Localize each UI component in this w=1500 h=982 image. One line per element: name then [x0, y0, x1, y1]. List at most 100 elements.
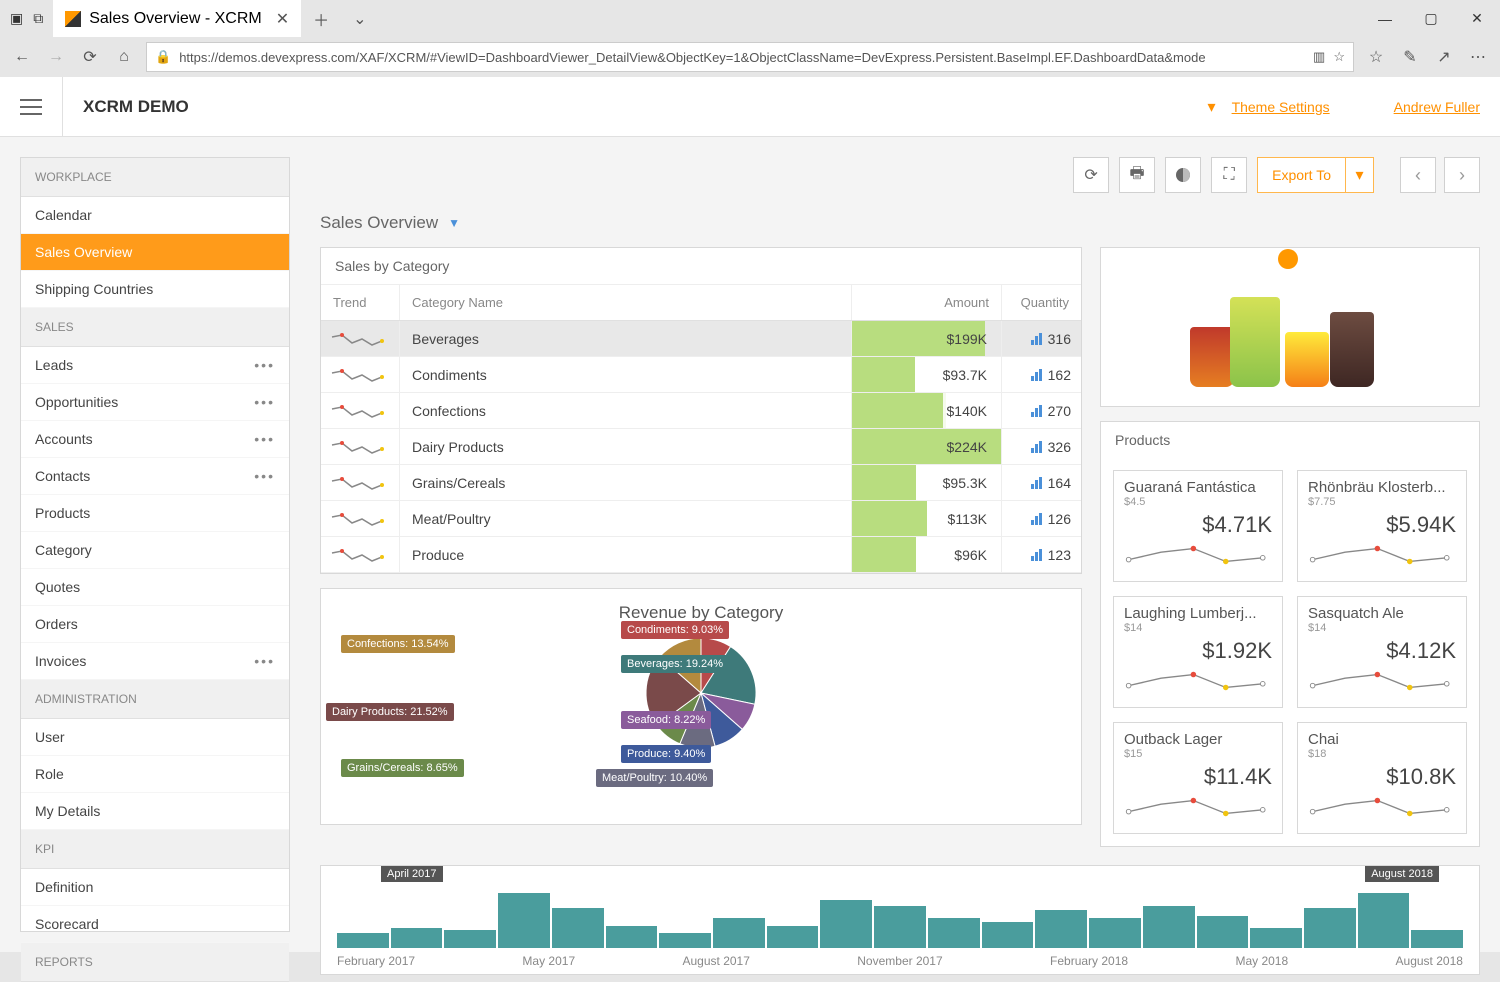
sidebar-item[interactable]: Calendar	[21, 197, 289, 234]
sidebar-item[interactable]: Orders	[21, 606, 289, 643]
table-row[interactable]: Meat/Poultry$113K126	[321, 501, 1081, 537]
timeline-bar[interactable]	[1143, 906, 1195, 948]
timeline-bar[interactable]	[874, 906, 926, 948]
table-row[interactable]: Produce$96K123	[321, 537, 1081, 573]
table-row[interactable]: Grains/Cereals$95.3K164	[321, 465, 1081, 501]
next-button[interactable]: ›	[1444, 157, 1480, 193]
cell-name: Grains/Cereals	[399, 465, 851, 500]
favorites-icon[interactable]: ☆	[1364, 47, 1388, 67]
axis-label: May 2018	[1235, 954, 1288, 968]
new-tab-button[interactable]: ＋	[301, 7, 341, 31]
fullscreen-button[interactable]: ⛶	[1211, 157, 1247, 193]
more-icon[interactable]: •••	[254, 357, 275, 373]
browser-tab[interactable]: Sales Overview - XCRM ✕	[53, 0, 301, 37]
export-button[interactable]: Export To	[1257, 157, 1346, 193]
timeline-bar[interactable]	[1304, 908, 1356, 948]
window-minimize-icon[interactable]: ―	[1362, 0, 1408, 37]
back-icon[interactable]: ←	[10, 48, 34, 66]
bars-icon	[1031, 405, 1042, 417]
table-row[interactable]: Confections$140K270	[321, 393, 1081, 429]
more-icon[interactable]: •••	[254, 431, 275, 447]
timeline-bar[interactable]	[767, 926, 819, 948]
product-card[interactable]: Rhönbräu Klosterb...$7.75$5.94K	[1297, 470, 1467, 582]
sidebar-item[interactable]: Category	[21, 532, 289, 569]
sidebar-item[interactable]: User	[21, 719, 289, 756]
sidebar-item[interactable]: Opportunities•••	[21, 384, 289, 421]
sidebar-item[interactable]: Sales Overview	[21, 234, 289, 271]
share-icon[interactable]: ↗	[1432, 47, 1456, 67]
timeline-bar[interactable]	[606, 926, 658, 948]
sidebar-item[interactable]: Contacts•••	[21, 458, 289, 495]
timeline-bar[interactable]	[713, 918, 765, 948]
close-tab-icon[interactable]: ✕	[276, 9, 289, 29]
table-row[interactable]: Condiments$93.7K162	[321, 357, 1081, 393]
timeline-bar[interactable]	[982, 922, 1034, 948]
user-name-link[interactable]: Andrew Fuller	[1394, 99, 1480, 115]
timeline-bar[interactable]	[928, 918, 980, 948]
sidebar-item[interactable]: Invoices•••	[21, 643, 289, 680]
favorite-icon[interactable]: ☆	[1333, 49, 1345, 65]
filter-icon[interactable]: ▼	[448, 216, 460, 230]
more-icon[interactable]: •••	[254, 468, 275, 484]
more-icon[interactable]: •••	[254, 394, 275, 410]
print-button[interactable]: 🖶	[1119, 157, 1155, 193]
trend-spark	[321, 429, 399, 464]
timeline-bar[interactable]	[552, 908, 604, 948]
table-row[interactable]: Beverages$199K316	[321, 321, 1081, 357]
timeline-bar[interactable]	[1197, 916, 1249, 948]
timeline-bar[interactable]	[820, 900, 872, 948]
refresh-icon[interactable]: ⟳	[78, 47, 102, 67]
sidebar-item[interactable]: Role	[21, 756, 289, 793]
more-icon[interactable]: ⋯	[1466, 47, 1490, 67]
col-trend[interactable]: Trend	[321, 285, 399, 320]
sidebar-item[interactable]: Shipping Countries	[21, 271, 289, 308]
dropdown-caret-icon[interactable]: ▾	[1208, 97, 1216, 117]
window-close-icon[interactable]: ✕	[1454, 0, 1500, 37]
system-icon[interactable]: ⧉	[33, 10, 43, 27]
system-icon[interactable]: ▣	[10, 10, 23, 27]
col-name[interactable]: Category Name	[399, 285, 851, 320]
table-row[interactable]: Dairy Products$224K326	[321, 429, 1081, 465]
timeline-bar[interactable]	[337, 933, 389, 948]
sidebar-item[interactable]: Definition	[21, 869, 289, 906]
window-maximize-icon[interactable]: ▢	[1408, 0, 1454, 37]
col-amount[interactable]: Amount	[851, 285, 1001, 320]
sidebar-item[interactable]: Products	[21, 495, 289, 532]
product-card[interactable]: Chai$18$10.8K	[1297, 722, 1467, 834]
sidebar-item[interactable]: Quotes	[21, 569, 289, 606]
col-qty[interactable]: Quantity	[1001, 285, 1081, 320]
export-dropdown[interactable]: ▾	[1346, 157, 1374, 193]
product-card[interactable]: Outback Lager$15$11.4K	[1113, 722, 1283, 834]
sidebar-item[interactable]: Leads•••	[21, 347, 289, 384]
home-icon[interactable]: ⌂	[112, 48, 136, 66]
product-card[interactable]: Laughing Lumberj...$14$1.92K	[1113, 596, 1283, 708]
timeline-bar[interactable]	[498, 893, 550, 948]
timeline-bar[interactable]	[1250, 928, 1302, 948]
notes-icon[interactable]: ✎	[1398, 47, 1422, 67]
reader-icon[interactable]: ▥	[1313, 49, 1325, 65]
timeline-bar[interactable]	[1358, 893, 1410, 948]
product-card[interactable]: Sasquatch Ale$14$4.12K	[1297, 596, 1467, 708]
product-name: Laughing Lumberj...	[1124, 605, 1272, 622]
grayscale-button[interactable]	[1165, 157, 1201, 193]
avatar[interactable]	[1346, 91, 1378, 123]
more-icon[interactable]: •••	[254, 653, 275, 669]
timeline-bar[interactable]	[1089, 918, 1141, 948]
prev-button[interactable]: ‹	[1400, 157, 1436, 193]
sidebar-item[interactable]: Accounts•••	[21, 421, 289, 458]
timeline-bar[interactable]	[659, 933, 711, 948]
refresh-button[interactable]: ⟳	[1073, 157, 1109, 193]
sidebar-item[interactable]: My Details	[21, 793, 289, 830]
tab-overflow-icon[interactable]: ⌄	[341, 9, 378, 29]
product-card[interactable]: Guaraná Fantástica$4.5$4.71K	[1113, 470, 1283, 582]
timeline-bar[interactable]	[444, 930, 496, 948]
timeline-bar[interactable]	[1035, 910, 1087, 948]
theme-settings-link[interactable]: Theme Settings	[1232, 99, 1330, 115]
timeline-chart[interactable]: April 2017 August 2018 February 2017May …	[320, 865, 1480, 975]
hamburger-icon[interactable]	[20, 99, 42, 115]
forward-icon[interactable]: →	[44, 48, 68, 66]
timeline-bar[interactable]	[391, 928, 443, 948]
timeline-bar[interactable]	[1411, 930, 1463, 948]
sidebar-item[interactable]: Scorecard	[21, 906, 289, 943]
address-bar[interactable]: 🔒 https://demos.devexpress.com/XAF/XCRM/…	[146, 42, 1354, 72]
